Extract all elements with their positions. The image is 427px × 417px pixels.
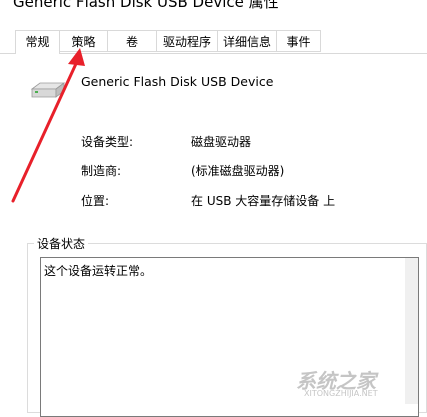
watermark-subtext: XITONGZHIJIA.NET <box>304 389 378 398</box>
tab-general[interactable]: 常规 <box>15 30 60 54</box>
annotation-arrow <box>11 48 85 203</box>
